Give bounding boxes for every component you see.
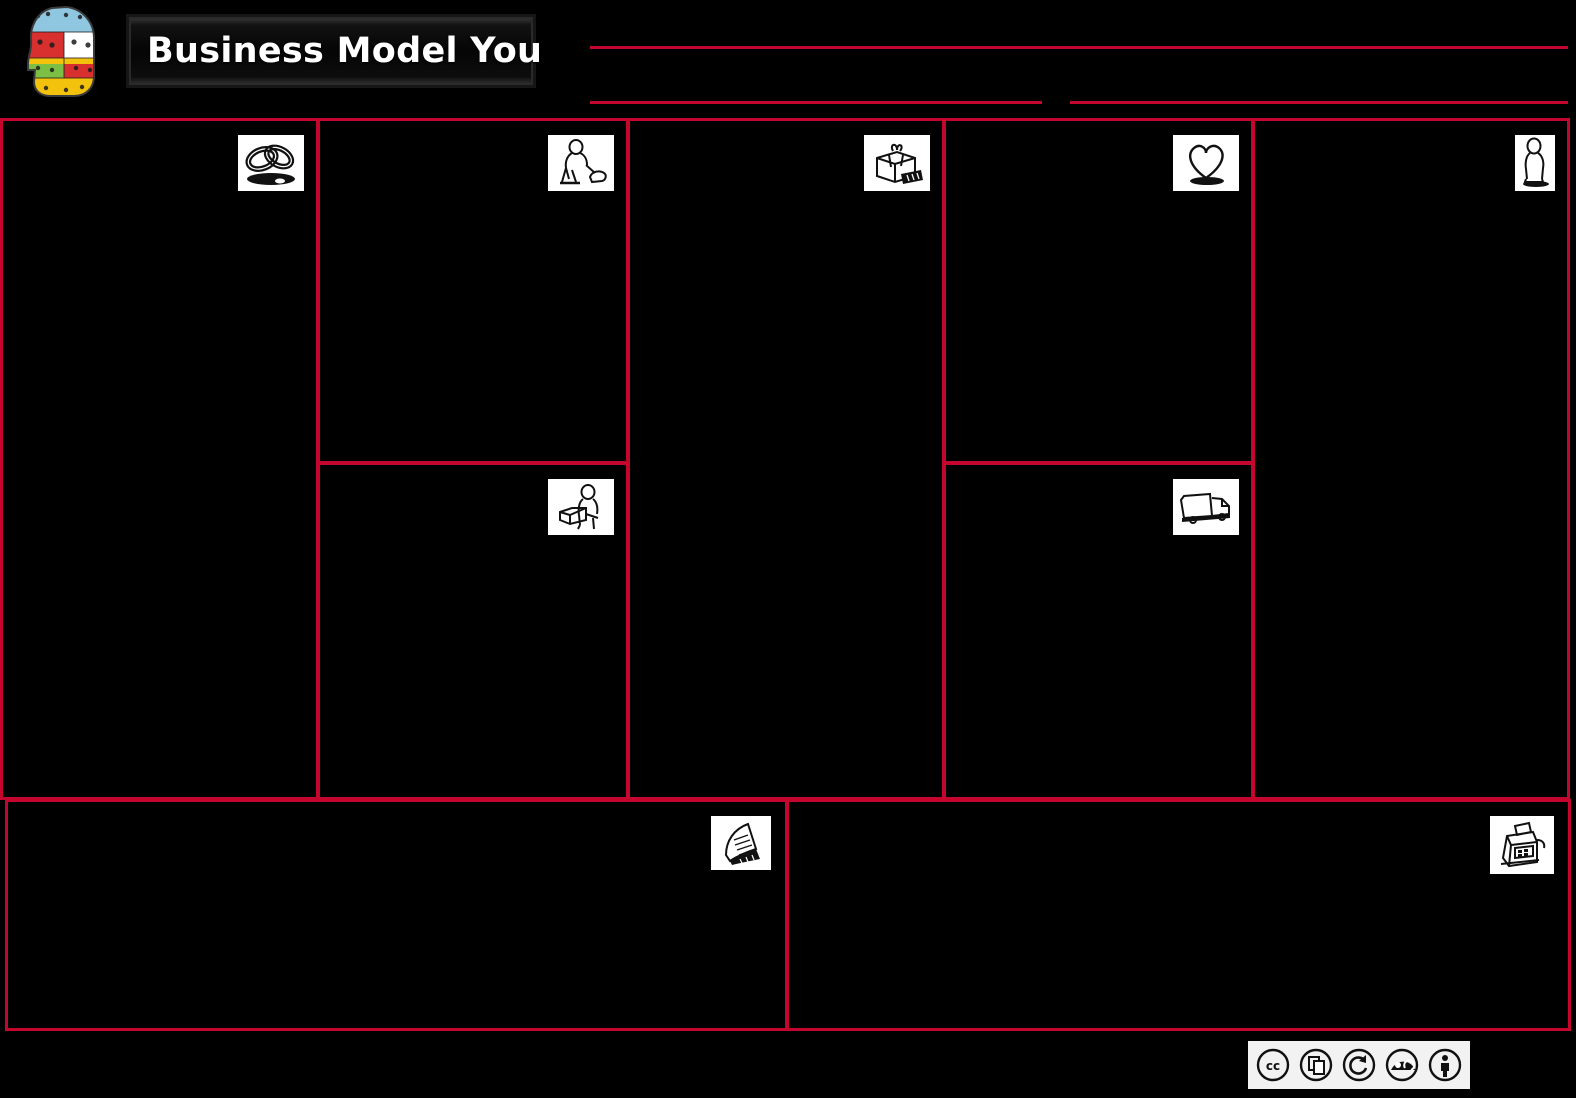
- creative-commons-license-strip[interactable]: cc: [1248, 1041, 1470, 1089]
- canvas-cell-key-partners[interactable]: [0, 118, 319, 800]
- header-fill-line-bottom-right[interactable]: [1070, 101, 1568, 104]
- header-fill-line-bottom-left[interactable]: [590, 101, 1042, 104]
- cell-content-value-provided[interactable]: [640, 199, 932, 787]
- header-fill-line-top[interactable]: [590, 46, 1568, 49]
- cell-content-channels[interactable]: [956, 543, 1241, 787]
- person-machine-icon: [548, 479, 614, 535]
- page-header: Business Model You: [0, 0, 1576, 120]
- canvas-cell-customer-relationships[interactable]: [943, 118, 1254, 464]
- business-model-canvas-grid: [0, 118, 1570, 800]
- canvas-cell-key-activities[interactable]: [317, 118, 629, 464]
- title-plate: Business Model You: [126, 14, 542, 88]
- canvas-cell-channels[interactable]: [943, 462, 1254, 800]
- heart-icon: [1173, 135, 1239, 191]
- page-title: Business Model You: [147, 31, 543, 71]
- cell-content-key-resources[interactable]: [330, 543, 616, 787]
- cell-content-customer-relationships[interactable]: [956, 199, 1241, 451]
- cc-noncommercial-icon[interactable]: [1385, 1048, 1419, 1082]
- cell-content-key-partners[interactable]: [13, 199, 306, 787]
- cc-icon[interactable]: cc: [1256, 1048, 1290, 1082]
- head-canvas-logo: [22, 4, 110, 100]
- delivery-truck-icon: [1173, 479, 1239, 535]
- cc-share-icon[interactable]: [1299, 1048, 1333, 1082]
- cc-by-icon[interactable]: [1428, 1048, 1462, 1082]
- cash-register-icon: [1490, 816, 1554, 874]
- cc-sharealike-icon[interactable]: [1342, 1048, 1376, 1082]
- canvas-cell-value-provided[interactable]: [627, 118, 945, 800]
- person-working-icon: [548, 135, 614, 191]
- invoice-receipt-icon: [711, 816, 771, 870]
- standing-person-icon: [1515, 135, 1555, 191]
- cell-content-key-activities[interactable]: [330, 199, 616, 451]
- canvas-cell-revenue[interactable]: [786, 799, 1571, 1031]
- canvas-cell-customers[interactable]: [1252, 118, 1570, 800]
- canvas-cell-costs[interactable]: [5, 799, 788, 1031]
- interlocking-rings-icon: [238, 135, 304, 191]
- gift-box-icon: [864, 135, 930, 191]
- canvas-cell-key-resources[interactable]: [317, 462, 629, 800]
- svg-text:cc: cc: [1266, 1059, 1280, 1073]
- canvas-bottom-row: [5, 799, 1571, 1031]
- cell-content-customers[interactable]: [1265, 199, 1557, 787]
